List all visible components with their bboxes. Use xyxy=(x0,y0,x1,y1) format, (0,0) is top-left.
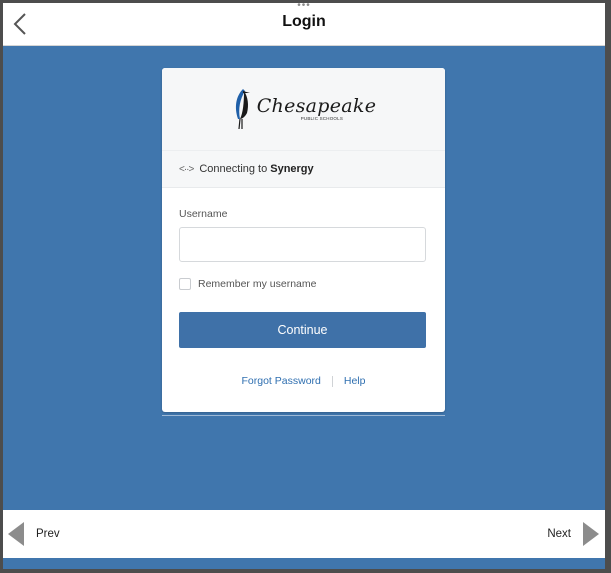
triangle-left-icon xyxy=(8,522,24,546)
device-frame: ••• Login Chesapeake PUBLIC SCHOOLS <··>… xyxy=(0,0,611,573)
arrows-horizontal-icon: <··> xyxy=(179,163,194,175)
top-nav-bar: ••• Login xyxy=(3,3,605,46)
bottom-strip xyxy=(3,558,605,569)
remember-username-label: Remember my username xyxy=(198,278,317,290)
next-button[interactable]: Next xyxy=(547,510,599,558)
drag-handle-dots: ••• xyxy=(297,3,311,11)
username-input[interactable] xyxy=(179,227,426,262)
logo-subtitle: PUBLIC SCHOOLS xyxy=(300,116,344,121)
continue-button[interactable]: Continue xyxy=(179,312,426,348)
triangle-right-icon xyxy=(583,522,599,546)
prev-button[interactable]: Prev xyxy=(8,510,60,558)
connecting-target: Synergy xyxy=(270,163,314,175)
page-title: Login xyxy=(282,13,326,30)
card-header: Chesapeake PUBLIC SCHOOLS xyxy=(162,68,445,151)
link-divider xyxy=(331,375,333,387)
heron-logo-icon xyxy=(235,89,250,130)
district-logo: Chesapeake PUBLIC SCHOOLS xyxy=(231,87,377,131)
connecting-prefix: Connecting to xyxy=(199,163,268,175)
username-label: Username xyxy=(179,208,228,220)
bottom-nav-bar: Prev Next xyxy=(3,510,605,558)
logo-text: Chesapeake PUBLIC SCHOOLS xyxy=(257,96,377,122)
forgot-password-link[interactable]: Forgot Password xyxy=(242,375,321,387)
card-divider xyxy=(162,415,445,416)
login-form: Username Remember my username Continue F… xyxy=(162,208,445,387)
help-links: Forgot Password Help xyxy=(179,375,428,387)
logo-wordmark: Chesapeake xyxy=(256,95,377,117)
next-label: Next xyxy=(547,528,571,540)
help-link[interactable]: Help xyxy=(344,375,366,387)
prev-label: Prev xyxy=(36,528,60,540)
login-card: Chesapeake PUBLIC SCHOOLS <··> Connectin… xyxy=(162,68,445,412)
remember-username-option[interactable]: Remember my username xyxy=(179,278,428,290)
connection-status: <··> Connecting to Synergy xyxy=(162,151,445,188)
remember-username-checkbox[interactable] xyxy=(179,278,191,290)
app-screen: ••• Login Chesapeake PUBLIC SCHOOLS <··>… xyxy=(3,3,605,569)
